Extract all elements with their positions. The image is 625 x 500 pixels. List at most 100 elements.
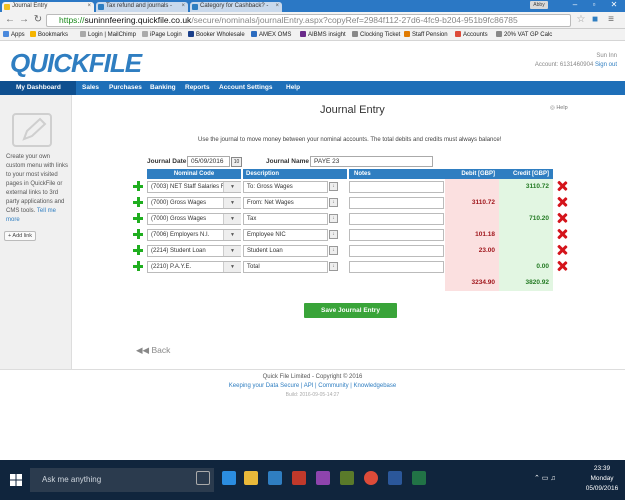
add-row-icon[interactable] bbox=[133, 197, 143, 207]
menu-icon[interactable]: ≡ bbox=[605, 14, 617, 25]
bookmark-accounts[interactable]: Accounts bbox=[455, 31, 488, 38]
close-tab-icon[interactable]: × bbox=[275, 3, 279, 9]
journal-name-input[interactable]: PAYE 23 bbox=[310, 156, 433, 167]
description-input[interactable]: From: Net Wages bbox=[243, 197, 328, 209]
task-view-icon[interactable] bbox=[196, 471, 210, 485]
close-tab-icon[interactable]: × bbox=[87, 3, 91, 9]
calculator-icon[interactable] bbox=[340, 471, 354, 485]
notes-input[interactable] bbox=[349, 181, 444, 193]
calendar-icon[interactable]: 10 bbox=[231, 157, 242, 167]
add-row-icon[interactable] bbox=[133, 181, 143, 191]
delete-row-icon[interactable] bbox=[557, 181, 567, 191]
chevron-down-icon[interactable]: ▼ bbox=[223, 182, 241, 192]
menu-sales[interactable]: Sales bbox=[77, 81, 104, 95]
system-tray[interactable]: ⌃ ▭ ♫ bbox=[534, 474, 556, 482]
quickfile-logo[interactable]: QUICKFILE bbox=[10, 48, 142, 79]
chevron-down-icon[interactable]: ▼ bbox=[223, 262, 241, 272]
chevron-down-icon[interactable]: ▼ bbox=[223, 230, 241, 240]
browser-tab-cashback[interactable]: Category for Cashback? - × bbox=[190, 2, 282, 12]
notes-input[interactable] bbox=[349, 229, 444, 241]
chrome-icon[interactable] bbox=[364, 471, 378, 485]
bookmark-aibms[interactable]: AIBMS insight bbox=[300, 31, 346, 38]
excel-icon[interactable] bbox=[412, 471, 426, 485]
word-icon[interactable] bbox=[388, 471, 402, 485]
description-lookup-icon[interactable]: ↓ bbox=[329, 182, 338, 191]
edge-icon[interactable] bbox=[222, 471, 236, 485]
credit-cell[interactable]: 0.00 bbox=[499, 259, 553, 275]
url-field[interactable]: https://suninnfeering.quickfile.co.uk/se… bbox=[46, 14, 571, 27]
credit-cell[interactable]: 710.20 bbox=[499, 211, 553, 227]
app-icon[interactable] bbox=[316, 471, 330, 485]
bookmark-mailchimp[interactable]: Login | MailChimp bbox=[80, 31, 136, 38]
menu-purchases[interactable]: Purchases bbox=[104, 81, 147, 95]
delete-row-icon[interactable] bbox=[557, 197, 567, 207]
back-arrow-icon[interactable]: ← bbox=[4, 14, 16, 25]
chevron-down-icon[interactable]: ▼ bbox=[223, 198, 241, 208]
extension-icon[interactable]: ■ bbox=[589, 14, 601, 25]
reload-icon[interactable]: ↻ bbox=[32, 14, 44, 25]
bookmark-apps[interactable]: Apps bbox=[3, 31, 25, 38]
debit-cell[interactable] bbox=[445, 179, 499, 195]
bookmark-pension[interactable]: Staff Pension bbox=[404, 31, 448, 38]
debit-cell[interactable]: 3110.72 bbox=[445, 195, 499, 211]
taskbar-clock[interactable]: 23:39 Monday 05/09/2016 bbox=[580, 464, 624, 494]
bookmark-booker[interactable]: Booker Wholesale bbox=[188, 31, 245, 38]
browser-tab-tax-refund[interactable]: Tax refund and journals - × bbox=[96, 2, 188, 12]
description-input[interactable]: Student Loan bbox=[243, 245, 328, 257]
menu-account-settings[interactable]: Account Settings bbox=[214, 81, 277, 95]
credit-cell[interactable] bbox=[499, 243, 553, 259]
notes-input[interactable] bbox=[349, 213, 444, 225]
delete-row-icon[interactable] bbox=[557, 261, 567, 271]
add-row-icon[interactable] bbox=[133, 261, 143, 271]
description-lookup-icon[interactable]: ↓ bbox=[329, 230, 338, 239]
windows-start-icon[interactable] bbox=[10, 474, 22, 486]
debit-cell[interactable] bbox=[445, 259, 499, 275]
description-input[interactable]: To: Gross Wages bbox=[243, 181, 328, 193]
minimize-icon[interactable]: – bbox=[566, 0, 584, 10]
credit-cell[interactable] bbox=[499, 227, 553, 243]
description-input[interactable]: Tax bbox=[243, 213, 328, 225]
menu-reports[interactable]: Reports bbox=[180, 81, 215, 95]
profile-chip[interactable]: Abby bbox=[530, 1, 548, 9]
back-link[interactable]: ◀◀ Back bbox=[136, 345, 170, 356]
add-row-icon[interactable] bbox=[133, 229, 143, 239]
debit-cell[interactable] bbox=[445, 211, 499, 227]
chevron-down-icon[interactable]: ▼ bbox=[223, 214, 241, 224]
debit-cell[interactable]: 101.18 bbox=[445, 227, 499, 243]
bookmark-ipage[interactable]: iPage Login bbox=[142, 31, 182, 38]
debit-cell[interactable]: 23.00 bbox=[445, 243, 499, 259]
description-lookup-icon[interactable]: ↓ bbox=[329, 246, 338, 255]
add-row-icon[interactable] bbox=[133, 245, 143, 255]
bookmark-vat-calc[interactable]: 20% VAT GP Calc bbox=[496, 31, 552, 38]
file-explorer-icon[interactable] bbox=[244, 471, 258, 485]
cortana-search-box[interactable]: Ask me anything bbox=[30, 468, 214, 492]
description-lookup-icon[interactable]: ↓ bbox=[329, 214, 338, 223]
description-input[interactable]: Employee NIC bbox=[243, 229, 328, 241]
browser-tab-journal-entry[interactable]: Journal Entry × bbox=[2, 2, 94, 12]
delete-row-icon[interactable] bbox=[557, 213, 567, 223]
delete-row-icon[interactable] bbox=[557, 229, 567, 239]
close-tab-icon[interactable]: × bbox=[181, 3, 185, 9]
store-icon[interactable] bbox=[268, 471, 282, 485]
add-row-icon[interactable] bbox=[133, 213, 143, 223]
footer-links[interactable]: Keeping your Data Secure | API | Communi… bbox=[0, 382, 625, 391]
notes-input[interactable] bbox=[349, 245, 444, 257]
bookmark-clocking[interactable]: Clocking Ticket bbox=[352, 31, 400, 38]
menu-my-dashboard[interactable]: My Dashboard bbox=[0, 81, 76, 95]
notes-input[interactable] bbox=[349, 197, 444, 209]
star-icon[interactable]: ☆ bbox=[575, 14, 587, 25]
description-lookup-icon[interactable]: ↓ bbox=[329, 198, 338, 207]
credit-cell[interactable] bbox=[499, 195, 553, 211]
save-journal-entry-button[interactable]: Save Journal Entry bbox=[304, 303, 397, 318]
menu-help[interactable]: Help bbox=[281, 81, 305, 95]
description-input[interactable]: Total bbox=[243, 261, 328, 273]
close-window-icon[interactable]: ✕ bbox=[605, 0, 623, 10]
bookmark-bookmarks[interactable]: Bookmarks bbox=[30, 31, 68, 38]
forward-arrow-icon[interactable]: → bbox=[18, 14, 30, 25]
help-link[interactable]: ◎ Help bbox=[550, 105, 568, 111]
sign-out-link[interactable]: Sign out bbox=[595, 62, 617, 68]
add-link-button[interactable]: + Add link bbox=[4, 231, 37, 241]
chevron-down-icon[interactable]: ▼ bbox=[223, 246, 241, 256]
delete-row-icon[interactable] bbox=[557, 245, 567, 255]
description-lookup-icon[interactable]: ↓ bbox=[329, 262, 338, 271]
